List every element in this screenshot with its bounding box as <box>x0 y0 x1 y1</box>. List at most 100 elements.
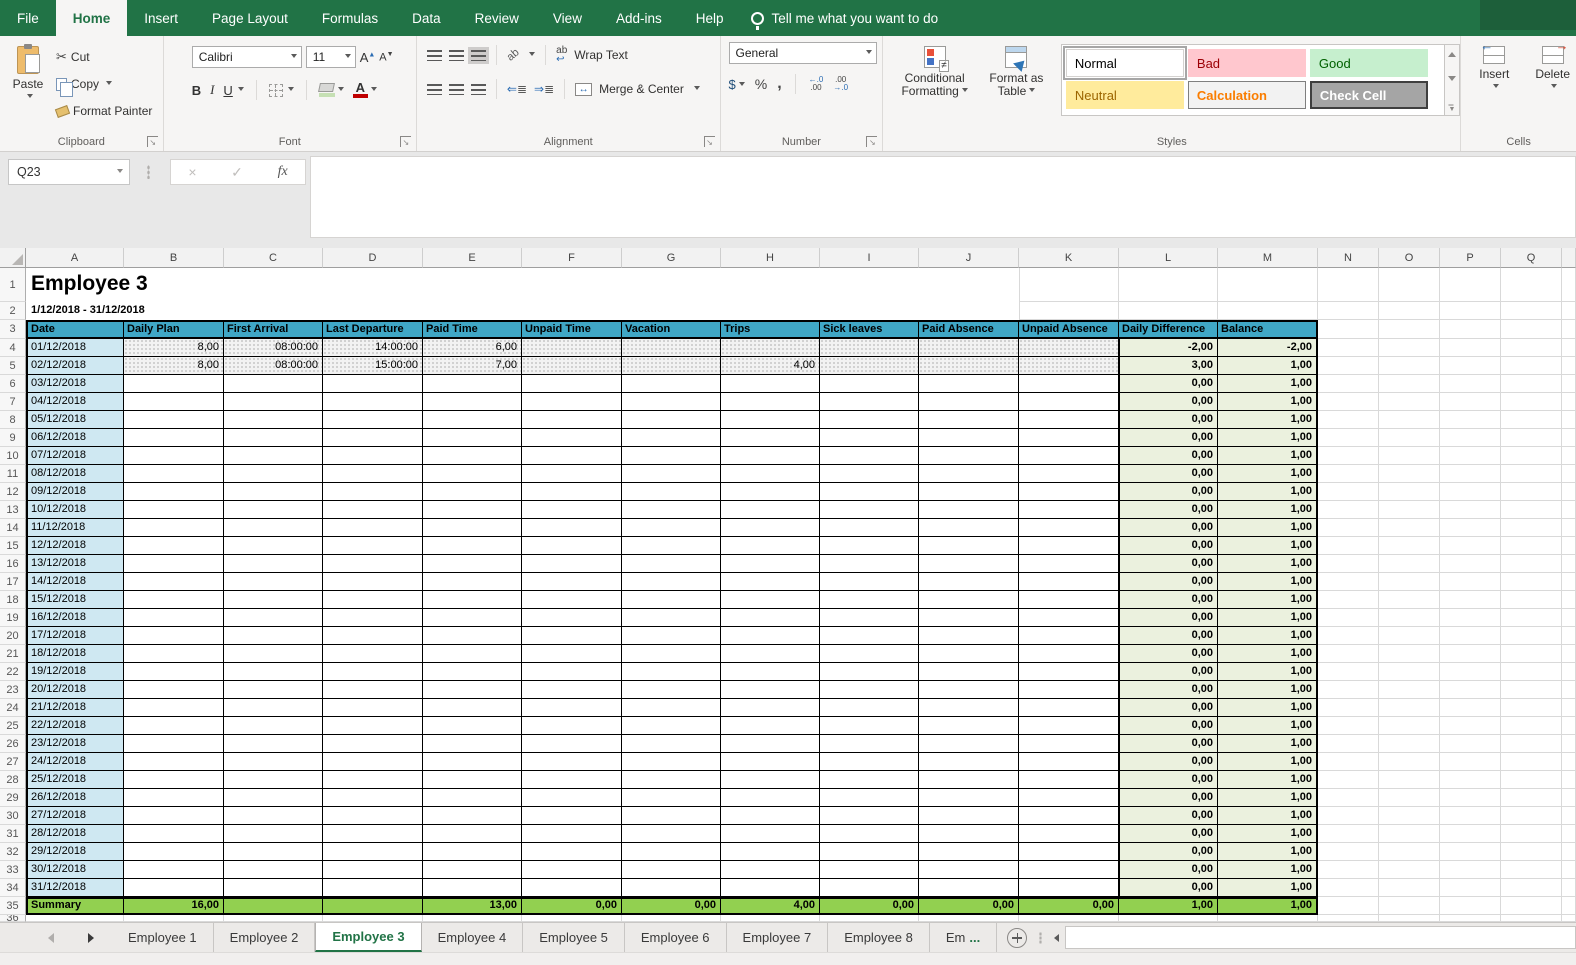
cell-M34[interactable]: 1,00 <box>1218 879 1318 897</box>
col-header-K[interactable]: K <box>1019 248 1119 268</box>
cell-Q19[interactable] <box>1501 609 1562 627</box>
cell-B18[interactable] <box>124 591 224 609</box>
cell-D3[interactable]: Last Departure <box>323 320 423 339</box>
cell-M19[interactable]: 1,00 <box>1218 609 1318 627</box>
cell-C30[interactable] <box>224 807 323 825</box>
cell-N30[interactable] <box>1318 807 1379 825</box>
cell-H31[interactable] <box>721 825 820 843</box>
cell-B14[interactable] <box>124 519 224 537</box>
cell-H5[interactable]: 4,00 <box>721 357 820 375</box>
cell-N4[interactable] <box>1318 339 1379 357</box>
cell-H33[interactable] <box>721 861 820 879</box>
cell-G20[interactable] <box>622 627 721 645</box>
cell-P13[interactable] <box>1440 501 1501 519</box>
enter-icon[interactable]: ✓ <box>231 164 243 181</box>
cell-O26[interactable] <box>1379 735 1440 753</box>
cell-C9[interactable] <box>224 429 323 447</box>
cell-G7[interactable] <box>622 393 721 411</box>
gallery-more-icon[interactable]: ═▼ <box>1448 104 1455 112</box>
cell-L5[interactable]: 3,00 <box>1119 357 1218 375</box>
cell-M11[interactable]: 1,00 <box>1218 465 1318 483</box>
row-header-17[interactable]: 17 <box>0 573 26 591</box>
cell-R36[interactable] <box>1562 915 1576 922</box>
cell-R13[interactable] <box>1562 501 1576 519</box>
cell-I31[interactable] <box>820 825 919 843</box>
cell-I22[interactable] <box>820 663 919 681</box>
cell-D12[interactable] <box>323 483 423 501</box>
cell-G3[interactable]: Vacation <box>622 320 721 339</box>
col-header-M[interactable]: M <box>1218 248 1318 268</box>
cell-B7[interactable] <box>124 393 224 411</box>
cell-O9[interactable] <box>1379 429 1440 447</box>
cell-O24[interactable] <box>1379 699 1440 717</box>
cell-F5[interactable] <box>522 357 622 375</box>
cell-K28[interactable] <box>1019 771 1119 789</box>
cell-J14[interactable] <box>919 519 1019 537</box>
cell-A36[interactable] <box>26 915 124 922</box>
cell-E21[interactable] <box>423 645 522 663</box>
cell-P6[interactable] <box>1440 375 1501 393</box>
insert-function-icon[interactable]: fx <box>278 164 288 180</box>
cell-J5[interactable] <box>919 357 1019 375</box>
cell-F33[interactable] <box>522 861 622 879</box>
cell-G33[interactable] <box>622 861 721 879</box>
cell-H3[interactable]: Trips <box>721 320 820 339</box>
cell-F11[interactable] <box>522 465 622 483</box>
font-color-caret[interactable] <box>371 87 377 94</box>
gallery-scroll-down-icon[interactable] <box>1448 76 1456 85</box>
cell-L4[interactable]: -2,00 <box>1119 339 1218 357</box>
cell-C20[interactable] <box>224 627 323 645</box>
cell-A32[interactable]: 29/12/2018 <box>26 843 124 861</box>
cell-E27[interactable] <box>423 753 522 771</box>
cell-A5[interactable]: 02/12/2018 <box>26 357 124 375</box>
cell-I34[interactable] <box>820 879 919 897</box>
cell-I7[interactable] <box>820 393 919 411</box>
cell-E35[interactable]: 13,00 <box>423 897 522 915</box>
cell-R24[interactable] <box>1562 699 1576 717</box>
cell-K1[interactable] <box>1019 268 1119 302</box>
row-header-32[interactable]: 32 <box>0 843 26 861</box>
cell-K6[interactable] <box>1019 375 1119 393</box>
cell-J23[interactable] <box>919 681 1019 699</box>
cell-A6[interactable]: 03/12/2018 <box>26 375 124 393</box>
cell-P26[interactable] <box>1440 735 1501 753</box>
alignment-dialog-launcher[interactable]: ↘ <box>704 136 715 147</box>
cell-D13[interactable] <box>323 501 423 519</box>
cell-D5[interactable]: 15:00:00 <box>323 357 423 375</box>
cell-N24[interactable] <box>1318 699 1379 717</box>
sheet-tab-employee-6[interactable]: Employee 6 <box>625 923 727 952</box>
cell-P2[interactable] <box>1440 302 1501 320</box>
cell-N10[interactable] <box>1318 447 1379 465</box>
row-header-21[interactable]: 21 <box>0 645 26 663</box>
align-left-button[interactable] <box>427 84 442 95</box>
cell-C10[interactable] <box>224 447 323 465</box>
cell-N18[interactable] <box>1318 591 1379 609</box>
cell-I4[interactable] <box>820 339 919 357</box>
cell-P11[interactable] <box>1440 465 1501 483</box>
cell-H35[interactable]: 4,00 <box>721 897 820 915</box>
cell-B12[interactable] <box>124 483 224 501</box>
cell-D10[interactable] <box>323 447 423 465</box>
cell-C3[interactable]: First Arrival <box>224 320 323 339</box>
cell-J10[interactable] <box>919 447 1019 465</box>
sheet-tab-employee-4[interactable]: Employee 4 <box>422 923 524 952</box>
cell-R33[interactable] <box>1562 861 1576 879</box>
cell-R27[interactable] <box>1562 753 1576 771</box>
formula-bar-input[interactable] <box>310 156 1576 238</box>
cell-Q33[interactable] <box>1501 861 1562 879</box>
cell-H14[interactable] <box>721 519 820 537</box>
cell-R17[interactable] <box>1562 573 1576 591</box>
cell-J24[interactable] <box>919 699 1019 717</box>
cell-H15[interactable] <box>721 537 820 555</box>
cell-R16[interactable] <box>1562 555 1576 573</box>
cell-M24[interactable]: 1,00 <box>1218 699 1318 717</box>
cell-O16[interactable] <box>1379 555 1440 573</box>
cell-K35[interactable]: 0,00 <box>1019 897 1119 915</box>
cell-E13[interactable] <box>423 501 522 519</box>
cell-H17[interactable] <box>721 573 820 591</box>
cell-B5[interactable]: 8,00 <box>124 357 224 375</box>
cell-D14[interactable] <box>323 519 423 537</box>
cell-K10[interactable] <box>1019 447 1119 465</box>
grow-font-button[interactable]: A▲ <box>360 50 376 65</box>
cell-L11[interactable]: 0,00 <box>1119 465 1218 483</box>
